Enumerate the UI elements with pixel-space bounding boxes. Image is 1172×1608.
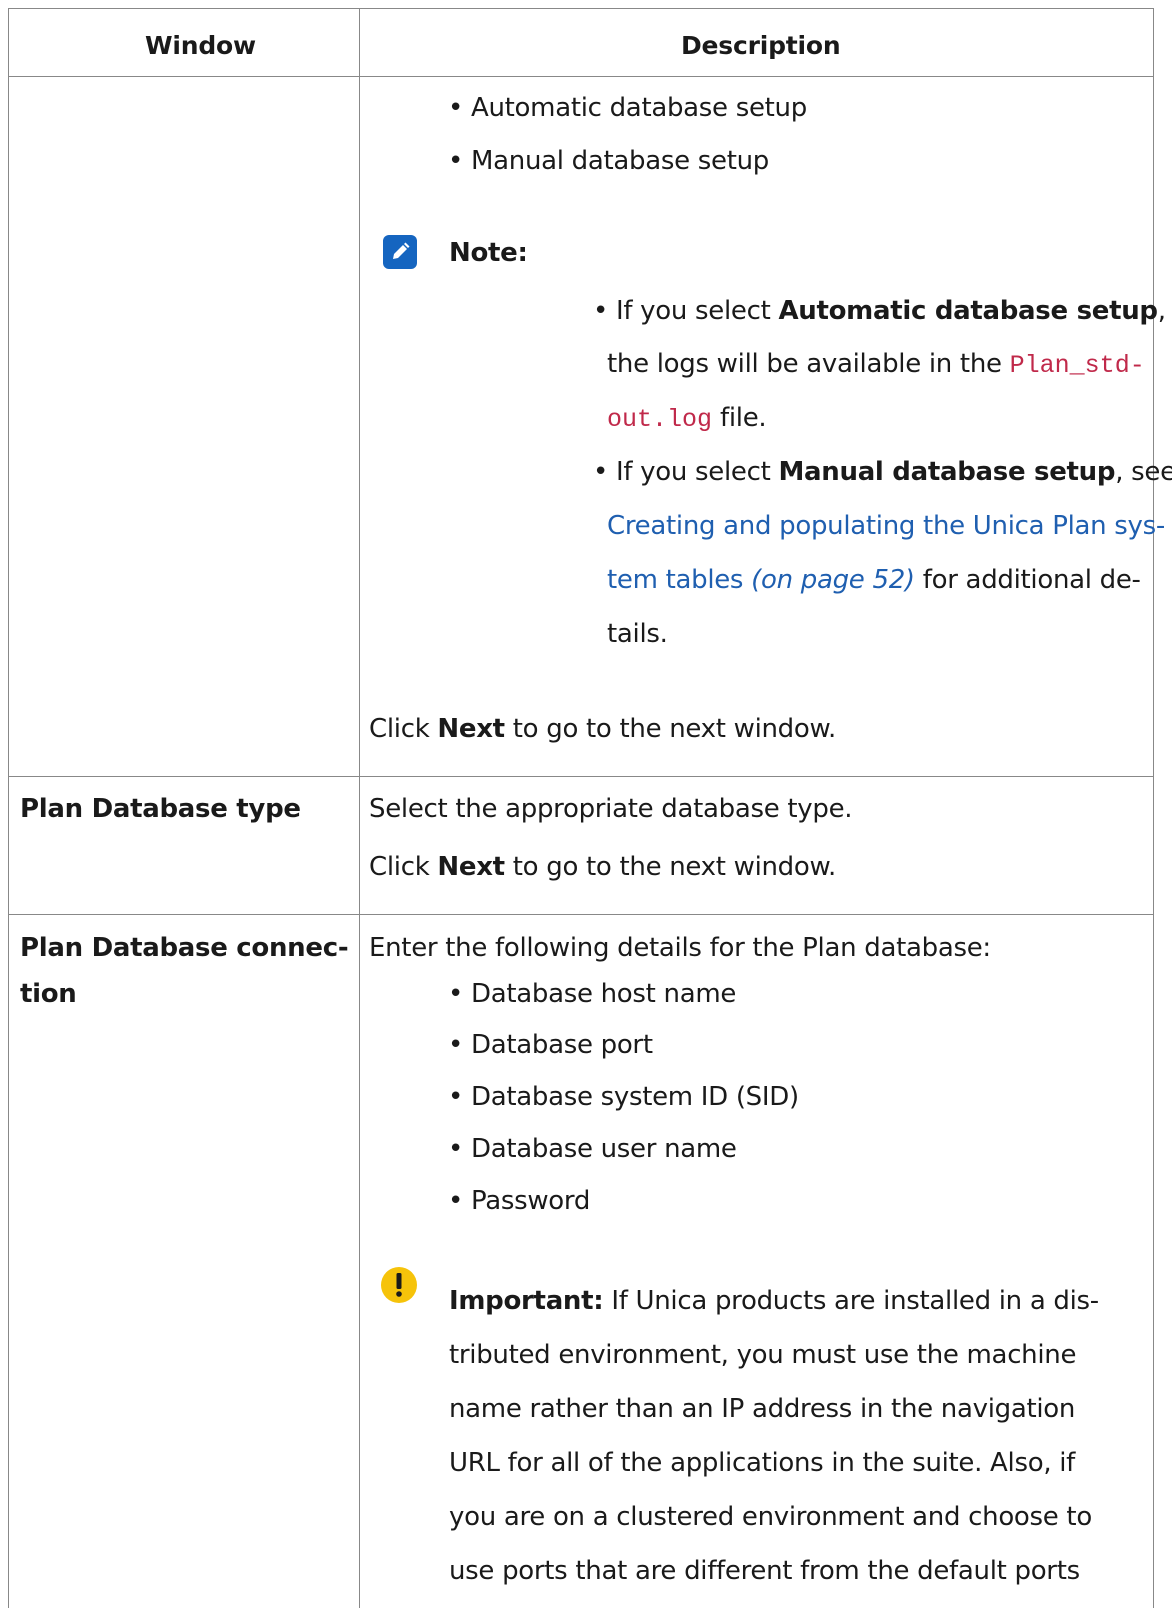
pencil-note-icon — [383, 235, 417, 269]
bullet-automatic-setup: • Automatic database setup — [448, 93, 807, 123]
note-item-manual-line4: tails. — [607, 619, 668, 649]
column-divider — [359, 9, 360, 1608]
header-description: Description — [681, 31, 841, 60]
note-item-manual-line3: tem tables (on page 52) for additional d… — [607, 565, 1141, 595]
important-line6: use ports that are different from the de… — [449, 1556, 1080, 1586]
select-database-type-text: Select the appropriate database type. — [369, 794, 853, 824]
link-creating-tables[interactable]: Creating and populating the Unica Plan s… — [607, 511, 1165, 541]
window-plan-database-type: Plan Database type — [20, 794, 301, 824]
window-plan-database-connection-line1: Plan Database connec- — [20, 933, 349, 963]
code-log-filename-part2: out.log — [607, 405, 713, 434]
row-divider-1 — [9, 776, 1153, 777]
connection-intro-text: Enter the following details for the Plan… — [369, 933, 991, 963]
note-item-manual: • If you select Manual database setup, s… — [593, 457, 1172, 487]
bullet-host-name: • Database host name — [448, 979, 737, 1009]
important-line3: name rather than an IP address in the na… — [449, 1394, 1076, 1424]
note-title: Note: — [449, 238, 528, 268]
important-line5: you are on a clustered environment and c… — [449, 1502, 1092, 1532]
click-next-instruction-2: Click Next to go to the next window. — [369, 852, 837, 882]
note-item-automatic: • If you select Automatic database setup… — [593, 296, 1166, 326]
description-table: Window Description • Automatic database … — [8, 8, 1172, 1608]
important-label: Important: — [449, 1286, 604, 1316]
important-line1: Important: If Unica products are install… — [449, 1286, 1099, 1316]
window-plan-database-connection-line2: tion — [20, 979, 77, 1009]
bullet-port: • Database port — [448, 1030, 653, 1060]
header-window: Window — [145, 31, 256, 60]
bullet-password: • Password — [448, 1186, 591, 1216]
page-reference[interactable]: (on page 52) — [743, 565, 915, 595]
important-line2: tributed environment, you must use the m… — [449, 1340, 1077, 1370]
note-item-automatic-line2: the logs will be available in the Plan_s… — [607, 349, 1145, 380]
link-creating-tables-cont[interactable]: tem tables — [607, 565, 743, 595]
bullet-sid: • Database system ID (SID) — [448, 1082, 799, 1112]
note-item-automatic-line3: out.log file. — [607, 403, 767, 434]
code-log-filename-part1: Plan_std- — [1009, 351, 1145, 380]
click-next-instruction-1: Click Next to go to the next window. — [369, 714, 837, 744]
row-divider-2 — [9, 914, 1153, 915]
header-divider — [9, 76, 1153, 77]
bullet-manual-setup: • Manual database setup — [448, 146, 769, 176]
exclamation-icon — [381, 1267, 417, 1303]
bullet-user-name: • Database user name — [448, 1134, 737, 1164]
important-line4: URL for all of the applications in the s… — [449, 1448, 1076, 1478]
